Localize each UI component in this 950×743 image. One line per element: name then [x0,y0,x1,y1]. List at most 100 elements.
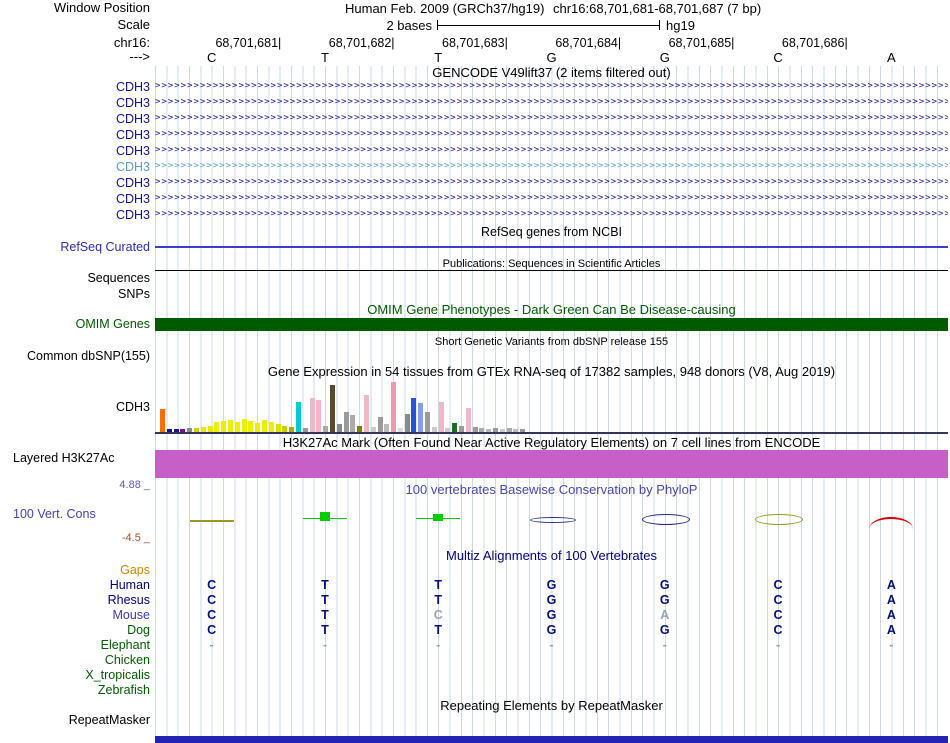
reference-base: C [192,50,232,65]
refseq-curated-feature[interactable] [155,246,948,248]
species-label[interactable]: Chicken [105,653,150,667]
gene-label[interactable]: CDH3 [116,112,150,126]
gene-label[interactable]: CDH3 [116,128,150,142]
alignment-base: G [532,608,572,622]
alignment-base: G [645,623,685,637]
gtex-tissue-bar [296,402,301,432]
gtex-tissue-bar [411,398,416,432]
species-label[interactable]: Mouse [112,608,150,622]
dbsnp-label[interactable]: Common dbSNP(155) [27,349,150,363]
species-label[interactable]: Elephant [101,638,150,652]
gtex-tissue-bar [391,382,396,432]
gencode-track-title[interactable]: GENCODE V49lift37 (2 items filtered out) [155,66,948,80]
h3k27ac-signal-bar[interactable] [155,450,948,478]
multiz-track-title[interactable]: Multiz Alignments of 100 Vertebrates [155,549,948,563]
omim-genes-label[interactable]: OMIM Genes [76,317,150,331]
alignment-base: - [871,638,911,652]
gtex-tissue-bar [242,419,247,432]
alignment-base: A [871,578,911,592]
alignment-base: C [192,608,232,622]
assembly-tag: hg19 [666,18,695,33]
phylop-mark-flat [530,517,576,523]
refseq-curated-label[interactable]: RefSeq Curated [60,240,150,254]
gene-transcript-row[interactable]: >>>>>>>>>>>>>>>>>>>>>>>>>>>>>>>>>>>>>>>>… [155,209,948,220]
repeatmasker-label[interactable]: RepeatMasker [69,713,150,727]
gtex-tissue-bar [248,421,253,432]
alignment-base: A [871,623,911,637]
scale-bar-right-tick [659,20,660,30]
publications-track-title[interactable]: Publications: Sequences in Scientific Ar… [155,257,948,271]
gtex-baseline [155,432,948,434]
h3k27ac-track-title[interactable]: H3K27Ac Mark (Often Found Near Active Re… [155,436,948,450]
gene-transcript-row[interactable]: >>>>>>>>>>>>>>>>>>>>>>>>>>>>>>>>>>>>>>>>… [155,97,948,108]
gene-transcript-row[interactable]: >>>>>>>>>>>>>>>>>>>>>>>>>>>>>>>>>>>>>>>>… [155,161,948,172]
alignment-base: T [305,593,345,607]
gtex-tissue-bar [384,424,389,432]
gtex-gene-label[interactable]: CDH3 [116,400,150,414]
alignment-base: A [871,593,911,607]
gene-label[interactable]: CDH3 [116,144,150,158]
gtex-track-title[interactable]: Gene Expression in 54 tissues from GTEx … [155,365,948,379]
sequences-label[interactable]: Sequences [87,271,150,285]
publications-sequences-feature[interactable] [155,270,948,271]
alignment-base: T [305,608,345,622]
alignment-base: G [532,593,572,607]
gene-label[interactable]: CDH3 [116,80,150,94]
phylop-mark-dash [190,520,234,522]
alignment-base: C [192,578,232,592]
phylop-label[interactable]: 100 Vert. Cons [13,507,96,521]
gene-label[interactable]: CDH3 [116,160,150,174]
gene-label[interactable]: CDH3 [116,208,150,222]
phylop-track-title[interactable]: 100 vertebrates Basewise Conservation by… [155,483,948,497]
dbsnp-track-title[interactable]: Short Genetic Variants from dbSNP releas… [155,335,948,349]
gene-transcript-row[interactable]: >>>>>>>>>>>>>>>>>>>>>>>>>>>>>>>>>>>>>>>>… [155,145,948,156]
omim-gene-feature[interactable] [155,318,948,331]
reference-base: A [871,50,911,65]
gtex-tissue-bar [255,423,260,432]
gtex-tissue-bar [452,423,457,432]
gene-transcript-row[interactable]: >>>>>>>>>>>>>>>>>>>>>>>>>>>>>>>>>>>>>>>>… [155,81,948,92]
alignment-base: G [532,578,572,592]
alignment-base: C [758,623,798,637]
reference-base: G [532,50,572,65]
alignment-base: A [871,608,911,622]
gtex-tissue-bar [418,403,423,432]
species-label[interactable]: X_tropicalis [85,668,150,682]
species-label[interactable]: Zebrafish [98,683,150,697]
species-label[interactable]: Human [110,578,150,592]
gtex-tissue-bar [337,424,342,432]
alignment-base: A [645,608,685,622]
chromosome-label: chr16: [114,36,150,50]
alignment-base: T [305,623,345,637]
gene-transcript-row[interactable]: >>>>>>>>>>>>>>>>>>>>>>>>>>>>>>>>>>>>>>>>… [155,129,948,140]
alignment-base: C [758,578,798,592]
snps-label[interactable]: SNPs [118,287,150,301]
gtex-tissue-bar [425,412,430,432]
coordinate-tick-label: 68,701,682| [290,36,395,50]
refseq-track-title[interactable]: RefSeq genes from NCBI [155,225,948,239]
repeatmasker-track-title[interactable]: Repeating Elements by RepeatMasker [155,699,948,713]
phylop-max-value: 4.88 _ [119,478,150,492]
omim-track-title[interactable]: OMIM Gene Phenotypes - Dark Green Can Be… [155,303,948,317]
gene-label[interactable]: CDH3 [116,192,150,206]
phylop-mark-peak [433,514,443,521]
species-label[interactable]: Dog [127,623,150,637]
phylop-mark-oval [755,514,803,525]
gtex-tissue-bar [160,409,165,432]
reference-base: C [758,50,798,65]
gtex-tissue-bar [439,402,444,432]
gene-label[interactable]: CDH3 [116,176,150,190]
gene-transcript-row[interactable]: >>>>>>>>>>>>>>>>>>>>>>>>>>>>>>>>>>>>>>>>… [155,177,948,188]
phylop-mark-peak [320,512,330,521]
gene-transcript-row[interactable]: >>>>>>>>>>>>>>>>>>>>>>>>>>>>>>>>>>>>>>>>… [155,193,948,204]
coordinate-tick-label: 68,701,685| [629,36,734,50]
gene-label[interactable]: CDH3 [116,96,150,110]
gtex-expression-bars[interactable] [160,380,530,432]
h3k27ac-label[interactable]: Layered H3K27Ac [13,451,114,465]
species-label[interactable]: Gaps [120,563,150,577]
strand-direction-label: ---> [129,50,150,64]
gene-transcript-row[interactable]: >>>>>>>>>>>>>>>>>>>>>>>>>>>>>>>>>>>>>>>>… [155,113,948,124]
species-label[interactable]: Rhesus [108,593,150,607]
phylop-mark-oval [642,514,690,525]
assembly-title: Human Feb. 2009 (GRCh37/hg19) [345,1,544,16]
